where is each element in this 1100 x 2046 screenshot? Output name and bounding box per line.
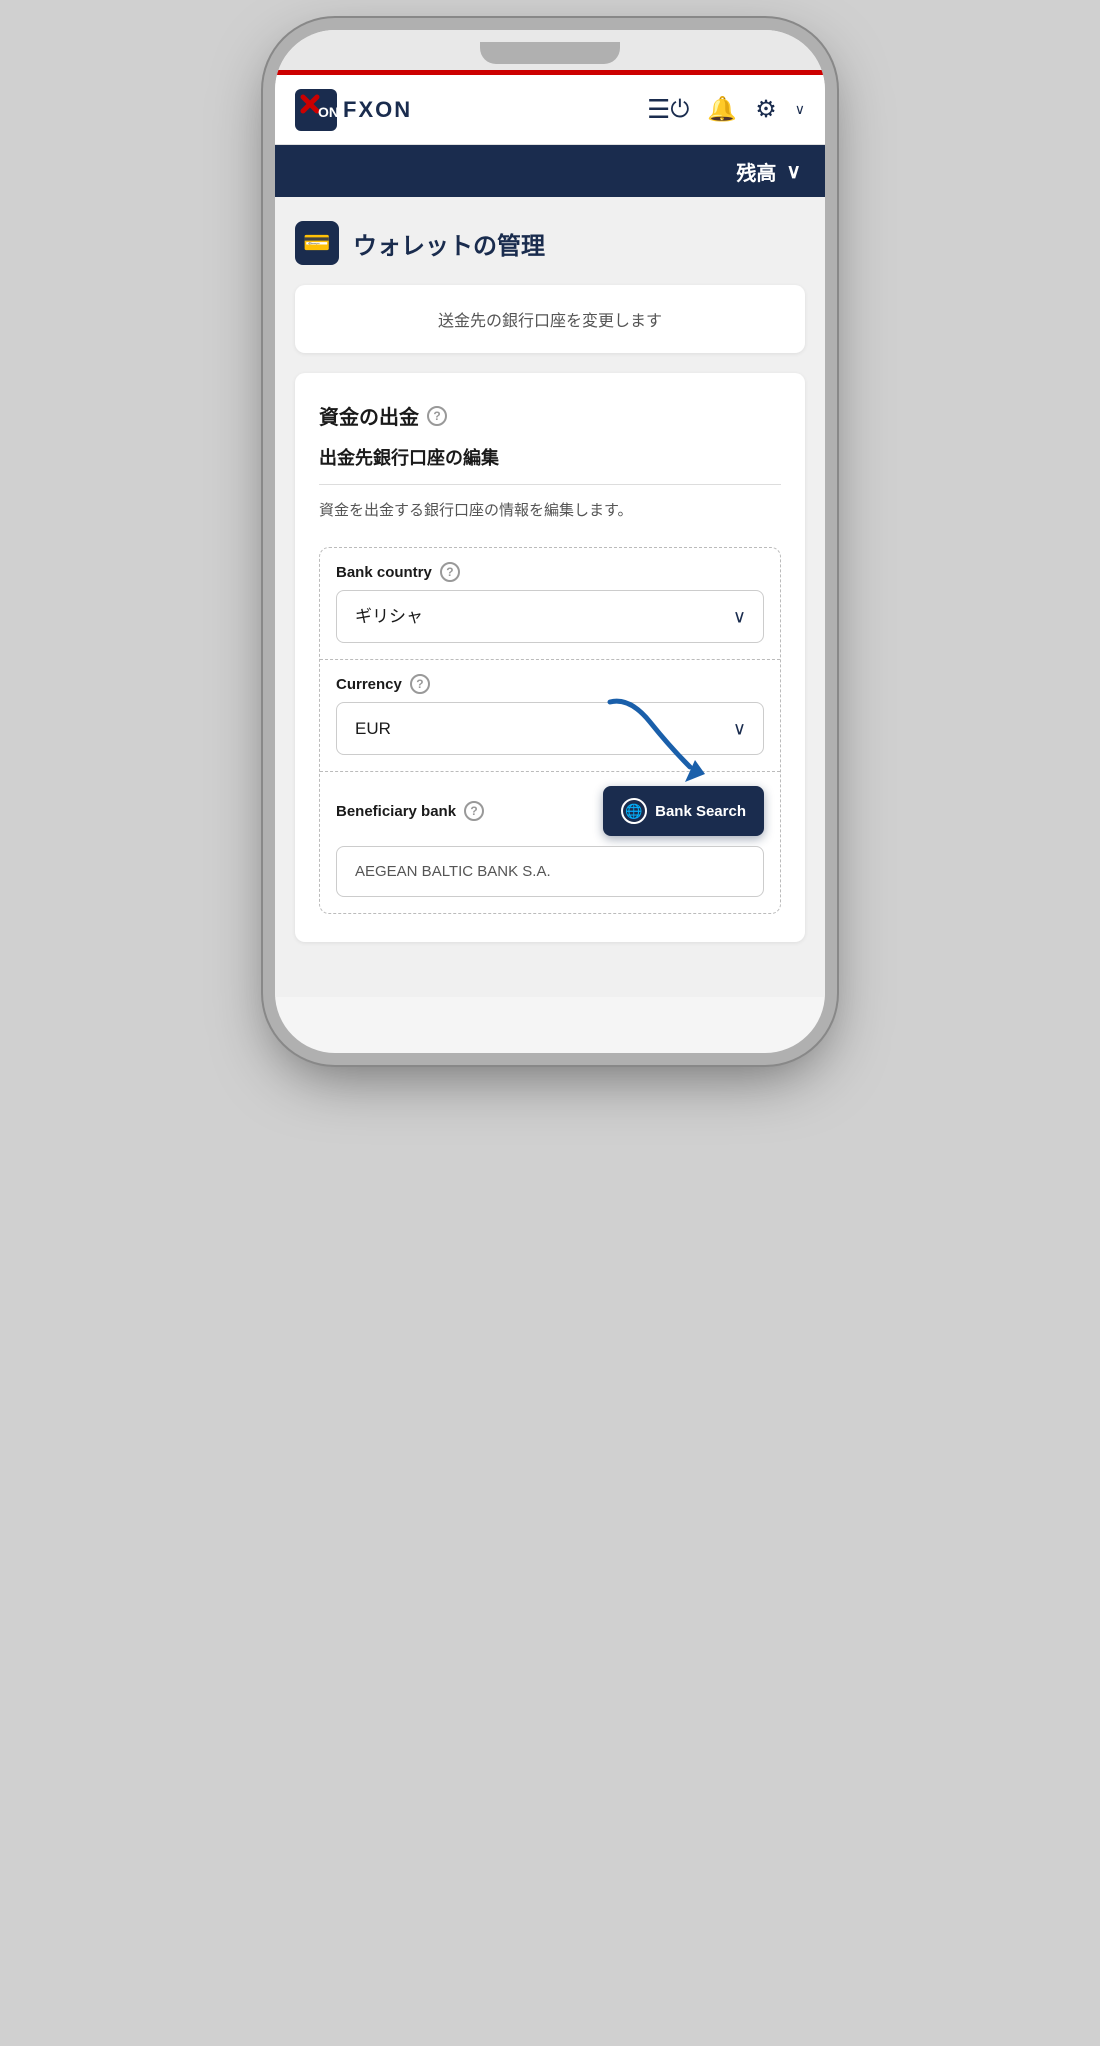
currency-select-wrapper: EUR USD JPY GBP ∨ (336, 702, 764, 755)
balance-chevron-icon: ∨ (786, 159, 801, 184)
header-chevron-icon[interactable]: ∨ (795, 101, 805, 118)
bank-country-label-row: Bank country ? (320, 548, 780, 590)
balance-bar[interactable]: 残高 ∨ (275, 145, 825, 197)
balance-label: 残高 (736, 157, 776, 186)
power-icon[interactable]: ⏻ (670, 96, 689, 124)
bank-country-field-group: Bank country ? ギリシャ 日本 アメリカ ∨ (320, 548, 780, 660)
bank-search-button-label: Bank Search (655, 803, 746, 820)
section-desc: 資金を出金する銀行口座の情報を編集します。 (319, 499, 781, 523)
phone-notch-area (275, 30, 825, 70)
beneficiary-bank-label-row: Beneficiary bank ? 🌐 Bank Search (320, 772, 780, 846)
notch (480, 42, 620, 64)
beneficiary-bank-label: Beneficiary bank (336, 803, 456, 820)
section-title-help-icon[interactable]: ? (427, 406, 447, 426)
phone-frame: ON FXON ☰ ⏻ 🔔 ⚙ ∨ 残高 ∨ 💳 ウォレットの管理 送金先の銀行… (275, 30, 825, 1053)
info-card: 送金先の銀行口座を変更します (295, 285, 805, 353)
section-divider (319, 484, 781, 485)
header-icons: ⏻ 🔔 ⚙ ∨ (670, 95, 805, 124)
wallet-icon: 💳 (295, 221, 339, 265)
bank-name-input[interactable] (336, 846, 764, 897)
app-header: ON FXON ☰ ⏻ 🔔 ⚙ ∨ (275, 75, 825, 145)
logo: ON FXON (295, 89, 631, 131)
bank-country-label: Bank country (336, 564, 432, 581)
currency-label-row: Currency ? (320, 660, 780, 702)
fxon-logo-icon: ON (295, 89, 337, 131)
page-content: 💳 ウォレットの管理 送金先の銀行口座を変更します 資金の出金 ? 出金先銀行口… (275, 197, 825, 997)
currency-label: Currency (336, 676, 402, 693)
section-title-row: 資金の出金 ? (319, 401, 781, 430)
section-card: 資金の出金 ? 出金先銀行口座の編集 資金を出金する銀行口座の情報を編集します。… (295, 373, 805, 942)
bell-icon[interactable]: 🔔 (707, 95, 737, 124)
beneficiary-bank-help-icon[interactable]: ? (464, 801, 484, 821)
bank-search-button[interactable]: 🌐 Bank Search (603, 786, 764, 836)
section-subtitle: 出金先銀行口座の編集 (319, 444, 781, 470)
currency-select[interactable]: EUR USD JPY GBP (336, 702, 764, 755)
currency-help-icon[interactable]: ? (410, 674, 430, 694)
page-title: ウォレットの管理 (353, 226, 545, 261)
bank-country-select-wrapper: ギリシャ 日本 アメリカ ∨ (336, 590, 764, 643)
svg-text:ON: ON (318, 104, 337, 120)
globe-icon: 🌐 (621, 798, 647, 824)
section-title-text: 資金の出金 (319, 401, 419, 430)
logo-text: FXON (343, 97, 412, 123)
beneficiary-bank-field-group: Beneficiary bank ? 🌐 Bank Search (320, 772, 780, 897)
bank-country-select[interactable]: ギリシャ 日本 アメリカ (336, 590, 764, 643)
currency-field-group: Currency ? EUR USD JPY GBP ∨ (320, 660, 780, 772)
bank-form-card: Bank country ? ギリシャ 日本 アメリカ ∨ (319, 547, 781, 914)
hamburger-menu-icon[interactable]: ☰ (647, 94, 670, 125)
info-text: 送金先の銀行口座を変更します (438, 313, 662, 330)
gear-icon[interactable]: ⚙ (755, 95, 777, 124)
page-title-row: 💳 ウォレットの管理 (295, 221, 805, 265)
bank-name-input-wrapper (336, 846, 764, 897)
bank-country-help-icon[interactable]: ? (440, 562, 460, 582)
